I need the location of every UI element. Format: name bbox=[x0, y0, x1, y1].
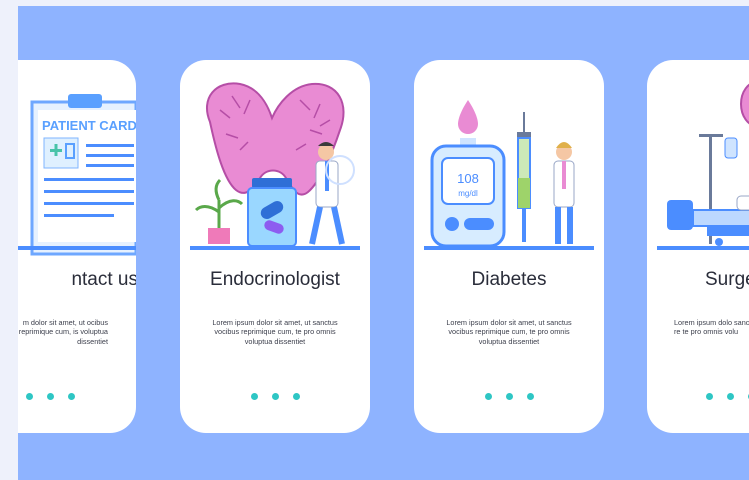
pagination-dot[interactable] bbox=[505, 393, 513, 400]
card-description: m dolor sit amet, ut ocibus reprimique c… bbox=[18, 318, 108, 346]
pagination-dots[interactable] bbox=[19, 387, 82, 405]
pagination-dots[interactable] bbox=[699, 387, 749, 405]
pagination-dot[interactable] bbox=[26, 393, 33, 400]
card-title: ntact us bbox=[71, 269, 136, 290]
glucose-reading: 108 bbox=[457, 171, 479, 186]
card-endocrinologist[interactable]: Endocrinologist Lorem ipsum dolor sit am… bbox=[180, 60, 370, 433]
pagination-dots[interactable] bbox=[180, 387, 370, 405]
thyroid-doctor-illustration bbox=[190, 82, 360, 250]
card-title: Endocrinologist bbox=[210, 269, 340, 290]
glucometer-illustration: 108 mg/dl bbox=[424, 100, 594, 250]
pagination-dot[interactable] bbox=[250, 393, 258, 400]
card-description: Lorem ipsum dolo sanctus vocibus re te p… bbox=[674, 318, 749, 337]
card-surgery[interactable]: Surge Lorem ipsum dolo sanctus vocibus r… bbox=[647, 60, 749, 433]
pagination-dot[interactable] bbox=[271, 393, 279, 400]
glucose-unit: mg/dl bbox=[458, 189, 478, 198]
pagination-dot[interactable] bbox=[484, 393, 492, 400]
pagination-dot[interactable] bbox=[706, 393, 713, 400]
pagination-dot[interactable] bbox=[727, 393, 734, 400]
pagination-dots[interactable] bbox=[414, 387, 604, 405]
onboarding-carousel: PATIENT CARD ntact us m dolor sit amet, … bbox=[18, 6, 749, 480]
card-description: Lorem ipsum dolor sit amet, ut sanctus v… bbox=[446, 318, 572, 346]
card-diabetes[interactable]: 108 mg/dl Diabetes Lorem ipsum dolor sit… bbox=[414, 60, 604, 433]
card-title: Surge bbox=[705, 269, 749, 290]
pagination-dot[interactable] bbox=[526, 393, 534, 400]
patient-card-illustration: PATIENT CARD bbox=[18, 94, 136, 256]
card-contact-us[interactable]: PATIENT CARD ntact us m dolor sit amet, … bbox=[18, 60, 136, 433]
pagination-dot[interactable] bbox=[68, 393, 75, 400]
card-title: Diabetes bbox=[471, 269, 547, 290]
card-description: Lorem ipsum dolor sit amet, ut sanctus v… bbox=[212, 318, 338, 346]
pagination-dot[interactable] bbox=[47, 393, 54, 400]
pagination-dot[interactable] bbox=[292, 393, 300, 400]
patient-card-label: PATIENT CARD bbox=[42, 118, 136, 133]
hospital-bed-illustration bbox=[657, 83, 749, 250]
